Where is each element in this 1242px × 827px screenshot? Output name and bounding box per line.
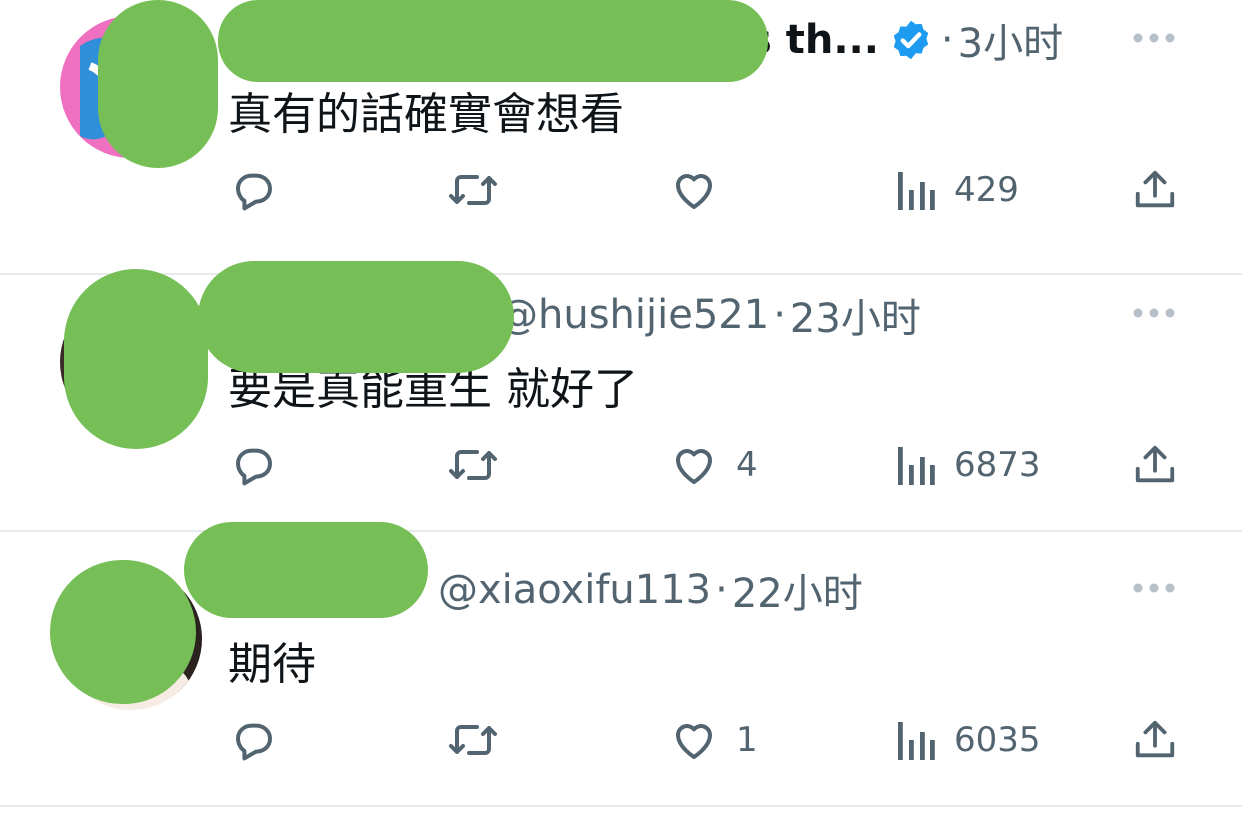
verified-badge-icon [889,18,933,62]
views-button[interactable]: 6873 [896,435,1041,495]
retweet-button[interactable] [446,435,500,495]
share-icon [1135,170,1175,208]
share-icon [1135,720,1175,758]
view-count: 6873 [954,445,1041,485]
timestamp[interactable]: 23小时 [790,286,921,344]
views-icon [898,722,935,760]
redaction-mark [184,522,428,618]
like-count: 1 [736,720,758,760]
views-icon [898,172,935,210]
more-icon [1133,583,1175,593]
separator-dot: · [940,17,954,63]
share-button[interactable] [1132,435,1178,495]
reply-text: 真有的話確實會想看 [228,89,624,140]
reply-item[interactable]: s th... · 3小时 真有的話確實會想看 429 [0,0,1242,275]
view-count: 429 [954,170,1019,210]
retweet-button[interactable] [446,710,500,770]
reply-icon [236,173,272,211]
redaction-mark [198,261,514,373]
like-button[interactable]: 4 [670,435,758,495]
timestamp[interactable]: 22小时 [732,561,863,619]
retweet-icon [449,725,497,755]
share-button[interactable] [1132,710,1178,770]
like-icon [676,449,712,484]
reply-item[interactable]: @xiaoxifu113 · 22小时 期待 1 6035 [0,522,1242,807]
like-button[interactable] [670,160,736,220]
reply-button[interactable] [230,435,278,495]
redaction-mark [64,269,208,449]
views-icon [898,447,935,485]
views-button[interactable]: 6035 [896,710,1041,770]
view-count: 6035 [954,720,1041,760]
like-icon [676,724,712,759]
timestamp[interactable]: 3小时 [958,11,1063,69]
user-handle[interactable]: @xiaoxifu113 [438,567,711,613]
redaction-mark [98,0,218,168]
separator-dot: · [773,292,786,338]
like-button[interactable]: 1 [670,710,758,770]
reply-button[interactable] [230,160,278,220]
more-options-button[interactable] [1132,578,1176,598]
reply-icon [236,723,272,761]
more-icon [1133,308,1175,318]
views-button[interactable]: 429 [896,160,1019,220]
retweet-icon [449,450,497,480]
more-icon [1133,33,1175,43]
retweet-button[interactable] [446,160,500,220]
separator-dot: · [715,567,728,613]
more-options-button[interactable] [1132,303,1176,323]
share-icon [1135,445,1175,483]
redaction-mark [218,0,768,82]
reply-item[interactable]: @hushijie521 · 23小时 要是真能重生 就好了 4 6873 [0,257,1242,532]
reply-text: 期待 [228,639,316,690]
share-button[interactable] [1132,160,1178,220]
more-options-button[interactable] [1132,28,1176,48]
like-count: 4 [736,445,758,485]
reply-icon [236,448,272,486]
user-handle[interactable]: @hushijie521 [498,292,769,338]
retweet-icon [449,175,497,205]
reply-button[interactable] [230,710,278,770]
like-icon [676,174,712,209]
redaction-mark [50,560,196,704]
